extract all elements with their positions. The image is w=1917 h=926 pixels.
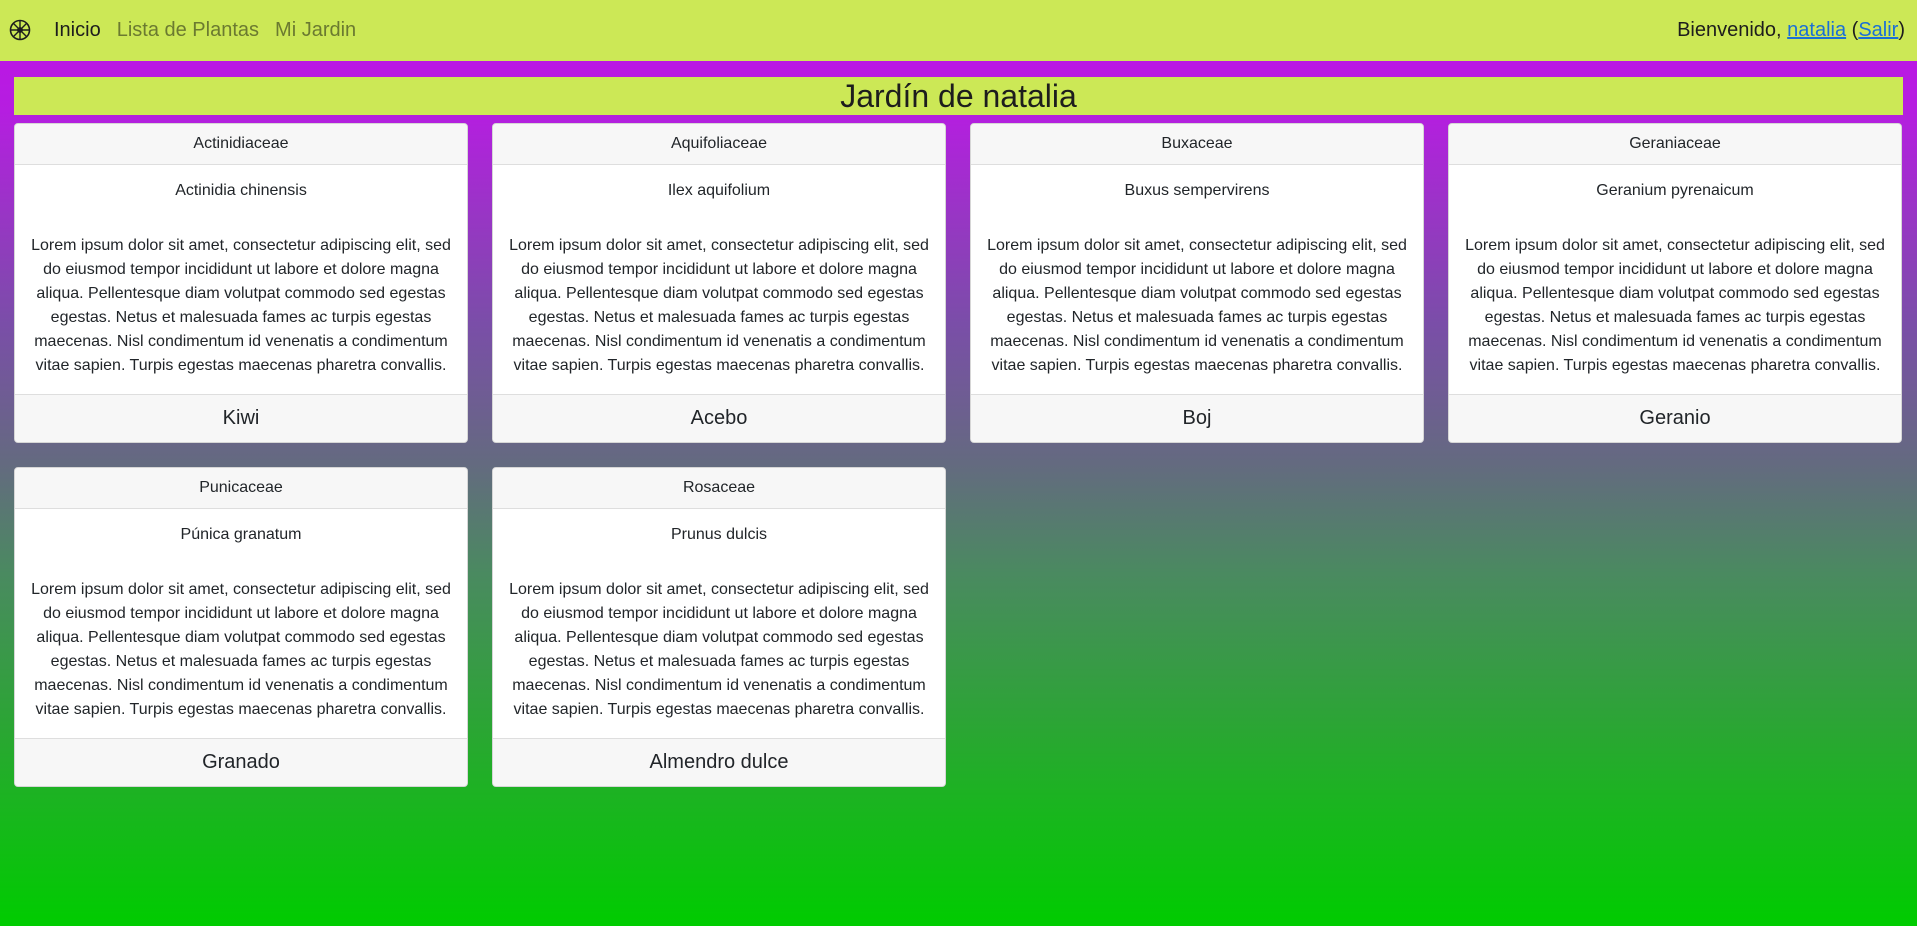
nav-link-mi-jardin[interactable]: Mi Jardin [275,19,356,42]
nav-link-inicio[interactable]: Inicio [54,19,101,42]
card-common-name: Granado [15,738,467,786]
card-family: Actinidiaceae [15,124,467,165]
card-common-name: Kiwi [15,394,467,442]
username-link[interactable]: natalia [1787,19,1846,42]
plant-card: Actinidiaceae Actinidia chinensis Lorem … [14,123,468,443]
card-scientific-name: Buxus sempervirens [1124,182,1270,199]
plant-card: Buxaceae Buxus sempervirens Lorem ipsum … [970,123,1424,443]
card-scientific-name: Actinidia chinensis [175,182,307,199]
plant-card: Geraniaceae Geranium pyrenaicum Lorem ip… [1448,123,1902,443]
card-description: Lorem ipsum dolor sit amet, consectetur … [987,237,1407,374]
card-family: Rosaceae [493,468,945,509]
card-scientific-name: Prunus dulcis [670,526,768,543]
card-common-name: Almendro dulce [493,738,945,786]
plant-card: Punicaceae Púnica granatum Lorem ipsum d… [14,467,468,787]
card-body: Actinidia chinensis Lorem ipsum dolor si… [15,165,467,394]
card-family: Geraniaceae [1449,124,1901,165]
flower-icon[interactable] [9,19,31,41]
card-family: Punicaceae [15,468,467,509]
card-common-name: Acebo [493,394,945,442]
nav-links: Inicio Lista de Plantas Mi Jardin [54,0,356,61]
navbar: Inicio Lista de Plantas Mi Jardin Bienve… [0,0,1917,61]
card-scientific-name: Ilex aquifolium [667,182,771,199]
card-common-name: Geranio [1449,394,1901,442]
card-body: Prunus dulcis Lorem ipsum dolor sit amet… [493,509,945,738]
logout-link[interactable]: Salir [1858,19,1898,42]
plant-card: Aquifoliaceae Ilex aquifolium Lorem ipsu… [492,123,946,443]
card-description: Lorem ipsum dolor sit amet, consectetur … [509,581,929,718]
card-scientific-name: Púnica granatum [180,526,302,543]
card-family: Aquifoliaceae [493,124,945,165]
card-body: Geranium pyrenaicum Lorem ipsum dolor si… [1449,165,1901,394]
card-description: Lorem ipsum dolor sit amet, consectetur … [31,237,451,374]
card-family: Buxaceae [971,124,1423,165]
plant-card: Rosaceae Prunus dulcis Lorem ipsum dolor… [492,467,946,787]
card-body: Ilex aquifolium Lorem ipsum dolor sit am… [493,165,945,394]
welcome-message: Bienvenido, natalia (Salir) [1677,19,1905,42]
card-body: Buxus sempervirens Lorem ipsum dolor sit… [971,165,1423,394]
card-description: Lorem ipsum dolor sit amet, consectetur … [509,237,929,374]
page-title: Jardín de natalia [14,77,1903,115]
card-description: Lorem ipsum dolor sit amet, consectetur … [31,581,451,718]
card-common-name: Boj [971,394,1423,442]
card-description: Lorem ipsum dolor sit amet, consectetur … [1465,237,1885,374]
card-body: Púnica granatum Lorem ipsum dolor sit am… [15,509,467,738]
card-scientific-name: Geranium pyrenaicum [1596,182,1754,199]
welcome-text: Bienvenido, [1677,19,1782,41]
nav-link-lista-de-plantas[interactable]: Lista de Plantas [117,19,259,42]
